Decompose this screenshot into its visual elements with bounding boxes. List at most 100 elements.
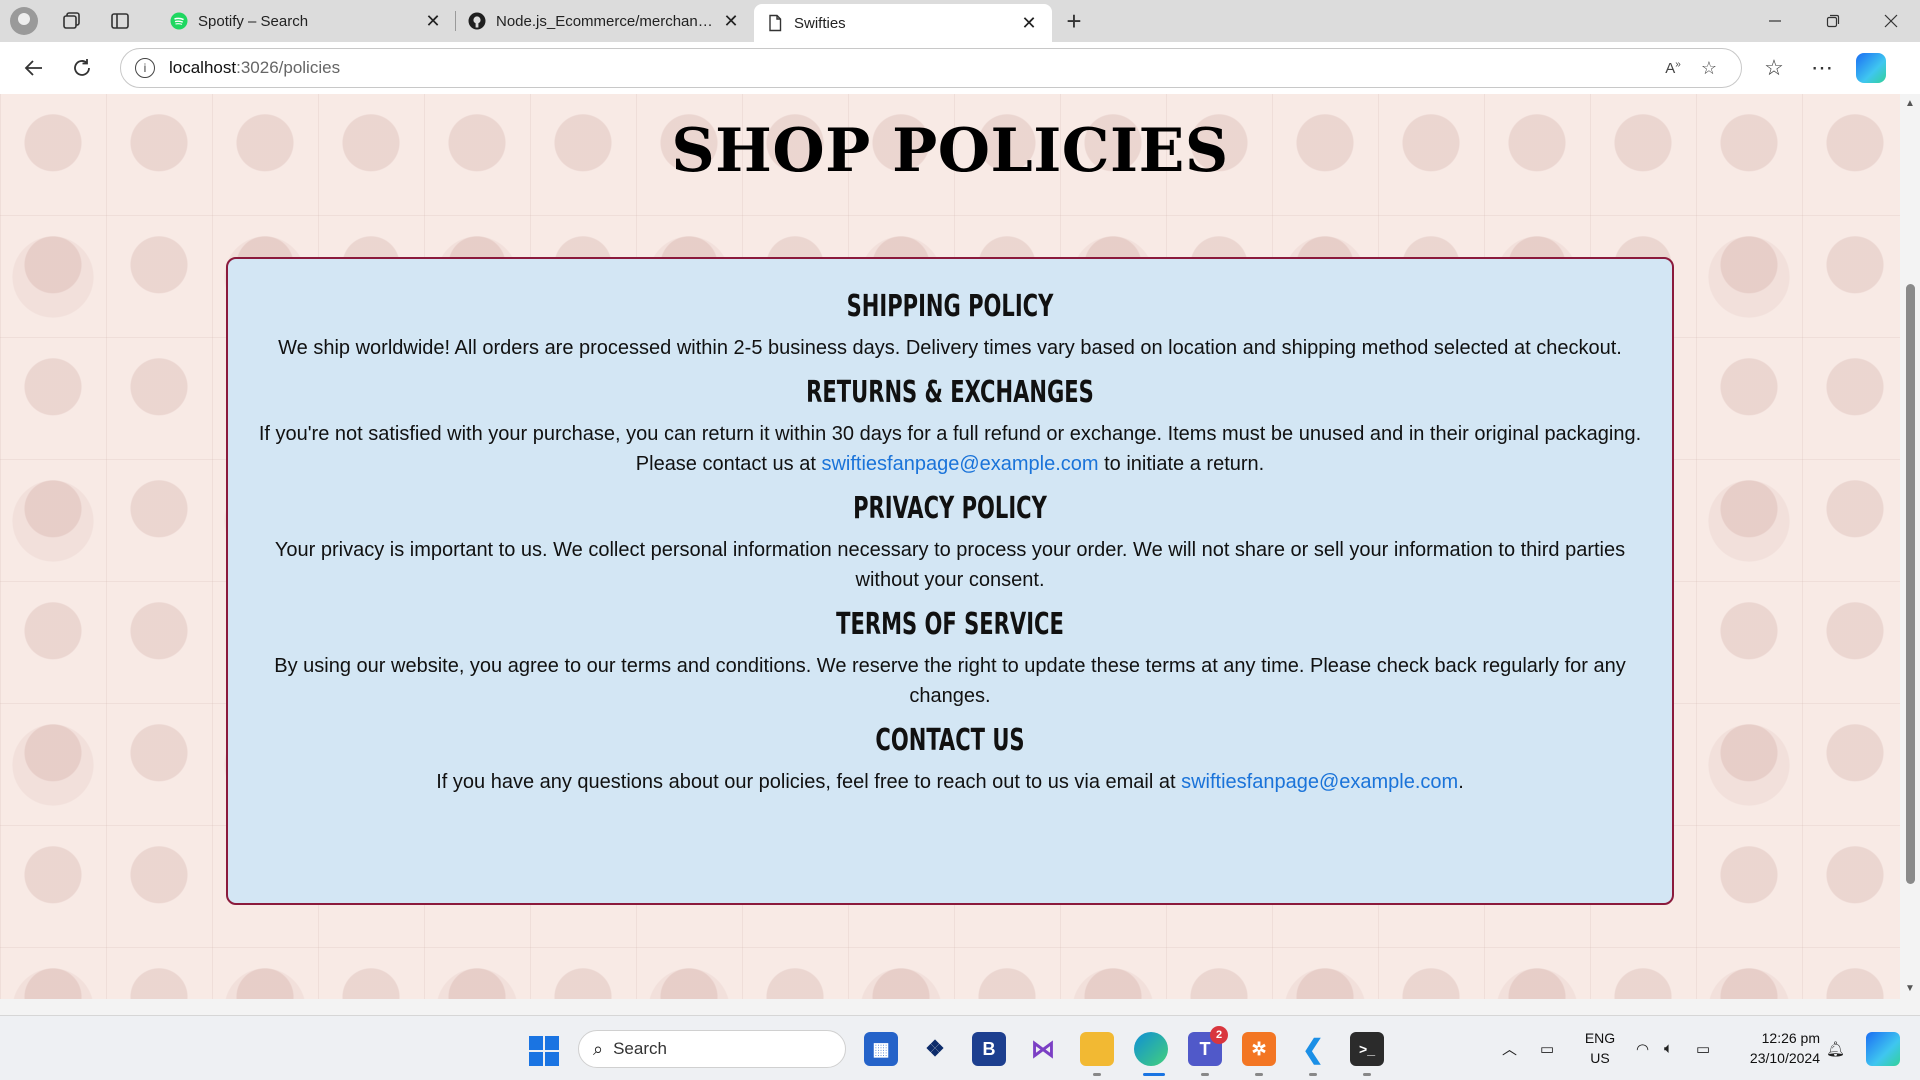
url-host: localhost: [169, 58, 237, 77]
terminal-icon[interactable]: >_: [1350, 1032, 1384, 1066]
back-arrow-icon: [24, 60, 42, 76]
policies-card: Shipping Policy We ship worldwide! All o…: [226, 257, 1674, 905]
section-text: If you have any questions about our poli…: [258, 767, 1642, 797]
scroll-up-icon[interactable]: ▲: [1904, 98, 1916, 110]
text-before: If you have any questions about our poli…: [436, 771, 1182, 793]
copilot-icon[interactable]: [1856, 53, 1886, 83]
github-icon: [468, 12, 486, 30]
profile-button[interactable]: [0, 0, 48, 42]
profile-icon: [10, 7, 38, 35]
tab-title: Node.js_Ecommerce/merchandise: [496, 12, 720, 30]
section-text: Your privacy is important to us. We coll…: [274, 539, 1626, 591]
url-path: :3026/policies: [236, 58, 341, 77]
policy-section-returns: Returns & Exchanges If you're not satisf…: [258, 373, 1642, 479]
close-icon: [1884, 14, 1898, 28]
workspaces-button[interactable]: [48, 0, 96, 42]
policy-section-privacy: Privacy Policy Your privacy is important…: [258, 489, 1642, 595]
minimize-button[interactable]: [1746, 0, 1804, 42]
close-icon[interactable]: ✕: [422, 11, 444, 32]
spotify-icon: [170, 12, 188, 30]
search-icon: ⌕: [593, 1038, 604, 1059]
store-icon[interactable]: ▦: [864, 1032, 898, 1066]
new-tab-button[interactable]: +: [1052, 0, 1096, 42]
teams-icon[interactable]: T2: [1188, 1026, 1228, 1066]
tab-actions-icon: [111, 13, 129, 29]
vscode-icon[interactable]: ❮: [1296, 1032, 1330, 1066]
language-code: ENG: [1584, 1030, 1616, 1046]
tab-spotify[interactable]: Spotify – Search ✕: [158, 0, 456, 42]
minimize-icon: [1769, 20, 1781, 22]
scroll-down-icon[interactable]: ▼: [1904, 983, 1916, 995]
close-window-button[interactable]: [1862, 0, 1920, 42]
tab-actions-button[interactable]: [96, 0, 144, 42]
restore-icon: [1826, 14, 1840, 28]
page-icon: [769, 14, 782, 32]
address-bar[interactable]: i localhost:3026/policies A» ☆: [120, 48, 1742, 88]
region-code: US: [1590, 1050, 1610, 1066]
file-explorer-icon[interactable]: [1080, 1032, 1114, 1066]
refresh-button[interactable]: [58, 48, 106, 88]
close-icon[interactable]: ✕: [1018, 13, 1040, 34]
site-info-icon[interactable]: i: [135, 58, 155, 78]
text-after: to initiate a return.: [1098, 453, 1265, 475]
policy-section-terms: Terms of Service By using our website, y…: [258, 605, 1642, 711]
back-button[interactable]: [10, 48, 58, 88]
tab-title: Spotify – Search: [198, 12, 309, 30]
section-heading: Returns & Exchanges: [806, 375, 1094, 410]
window-controls: [1746, 0, 1920, 42]
section-text: By using our website, you agree to our t…: [274, 655, 1626, 707]
read-aloud-button[interactable]: A»: [1655, 52, 1691, 84]
favorite-button[interactable]: ☆: [1691, 52, 1727, 84]
language-indicator[interactable]: ENG US: [1582, 1028, 1618, 1068]
tab-strip: Spotify – Search ✕ Node.js_Ecommerce/mer…: [0, 0, 1920, 42]
policy-section-contact: Contact Us If you have any questions abo…: [258, 721, 1642, 797]
volume-icon[interactable]: 🔈︎: [1664, 1016, 1673, 1080]
battery-icon[interactable]: ▭: [1696, 1016, 1710, 1080]
workspaces-icon: [63, 12, 80, 29]
clock-date: 23/10/2024: [1749, 1050, 1820, 1066]
tab-title: Swifties: [794, 14, 846, 32]
section-heading: Shipping Policy: [846, 289, 1054, 324]
close-icon[interactable]: ✕: [720, 11, 742, 32]
policy-section-shipping: Shipping Policy We ship worldwide! All o…: [258, 287, 1642, 363]
dropbox-icon[interactable]: ❖: [918, 1032, 952, 1066]
vertical-scrollbar[interactable]: ▲ ▼: [1900, 94, 1920, 999]
notification-badge: 2: [1210, 1026, 1228, 1044]
plus-icon: +: [1066, 5, 1082, 36]
tab-github[interactable]: Node.js_Ecommerce/merchandise ✕: [456, 0, 754, 42]
url-text[interactable]: localhost:3026/policies: [169, 58, 1655, 78]
taskbar: ⌕ Search ▦ ❖ B ⋈ T2 ✲ ❮ >_ ︿ ▭ ENG US ◠ …: [0, 1015, 1920, 1080]
page-viewport: SHOP POLICIES Shipping Policy We ship wo…: [0, 94, 1900, 999]
scrollbar-thumb[interactable]: [1906, 284, 1915, 884]
notification-bell-icon[interactable]: 🔔︎: [1826, 1016, 1845, 1080]
clock-time: 12:26 pm: [1761, 1030, 1820, 1046]
chevron-up-icon: ︿: [1502, 1041, 1518, 1058]
section-heading: Contact Us: [875, 723, 1025, 758]
edge-icon[interactable]: [1134, 1032, 1168, 1066]
tab-swifties[interactable]: Swifties ✕: [754, 4, 1052, 42]
text-after: .: [1458, 771, 1464, 793]
xampp-icon[interactable]: ✲: [1242, 1032, 1276, 1066]
wifi-icon[interactable]: ◠: [1636, 1016, 1649, 1080]
taskbar-search[interactable]: ⌕ Search: [578, 1030, 846, 1068]
more-icon: ⋯: [1811, 55, 1833, 80]
section-text: We ship worldwide! All orders are proces…: [278, 337, 1622, 359]
keyboard-layout-icon[interactable]: ▭: [1540, 1016, 1554, 1080]
browser-toolbar: i localhost:3026/policies A» ☆ ☆ ⋯: [0, 42, 1920, 94]
read-aloud-icon: A»: [1665, 59, 1681, 77]
bootstrap-studio-icon[interactable]: B: [972, 1032, 1006, 1066]
copilot-taskbar-icon[interactable]: [1866, 1032, 1900, 1066]
show-hidden-icons-button[interactable]: ︿: [1502, 1016, 1517, 1080]
restore-button[interactable]: [1804, 0, 1862, 42]
system-clock[interactable]: 12:26 pm 23/10/2024: [1730, 1028, 1820, 1068]
windows-start-icon[interactable]: [529, 1036, 559, 1066]
section-text: If you're not satisfied with your purcha…: [258, 419, 1642, 479]
section-heading: Terms of Service: [836, 607, 1064, 642]
star-icon: ☆: [1700, 57, 1718, 78]
favorites-button[interactable]: ☆: [1750, 48, 1798, 88]
page-title: SHOP POLICIES: [671, 116, 1229, 186]
email-link[interactable]: swiftiesfanpage@example.com: [1181, 771, 1458, 793]
more-menu-button[interactable]: ⋯: [1798, 48, 1846, 88]
visual-studio-icon[interactable]: ⋈: [1026, 1032, 1060, 1066]
email-link[interactable]: swiftiesfanpage@example.com: [821, 453, 1098, 475]
